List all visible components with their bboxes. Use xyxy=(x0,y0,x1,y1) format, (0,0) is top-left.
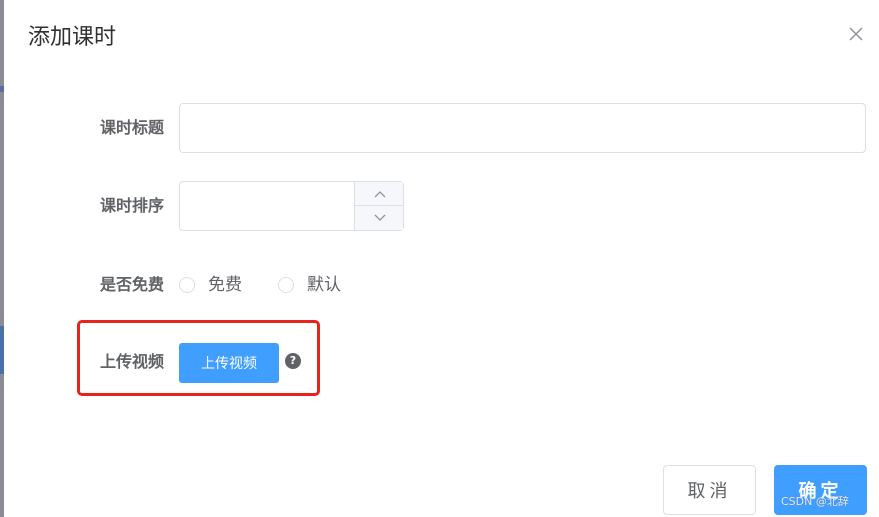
dialog-title: 添加课时 xyxy=(28,25,117,50)
close-button[interactable] xyxy=(846,24,866,44)
dialog-page: 添加课时 课时标题 课时排序 是否免费 免费 默认 上传视频 上传视频 ? 取消… xyxy=(0,0,879,517)
decrement-button[interactable] xyxy=(355,206,404,230)
radio-circle[interactable] xyxy=(278,277,294,293)
sort-field-label: 课时排序 xyxy=(99,196,164,215)
chevron-down-icon xyxy=(374,214,385,221)
radio-label: 免费 xyxy=(208,275,242,295)
free-radio-group: 免费 默认 xyxy=(179,274,377,296)
close-icon xyxy=(849,27,863,41)
cancel-button[interactable]: 取消 xyxy=(663,465,756,515)
radio-label: 默认 xyxy=(307,275,341,295)
radio-circle[interactable] xyxy=(179,277,195,293)
watermark: CSDN @北辞 xyxy=(781,495,849,508)
upload-video-button[interactable]: 上传视频 xyxy=(179,343,279,383)
radio-option-default[interactable]: 默认 xyxy=(278,274,341,296)
increment-button[interactable] xyxy=(355,182,404,206)
lesson-sort-input[interactable] xyxy=(180,182,354,230)
free-field-label: 是否免费 xyxy=(99,275,164,294)
video-field-label: 上传视频 xyxy=(99,352,164,371)
radio-option-free[interactable]: 免费 xyxy=(179,274,242,296)
background-edge-marker xyxy=(0,86,4,92)
title-field-label: 课时标题 xyxy=(99,118,164,137)
stepper-controls xyxy=(354,182,404,230)
question-circle-icon[interactable]: ? xyxy=(285,353,301,369)
lesson-title-input[interactable] xyxy=(179,103,866,153)
chevron-up-icon xyxy=(374,190,385,197)
background-page-edge xyxy=(0,0,4,517)
lesson-sort-stepper xyxy=(179,181,404,231)
